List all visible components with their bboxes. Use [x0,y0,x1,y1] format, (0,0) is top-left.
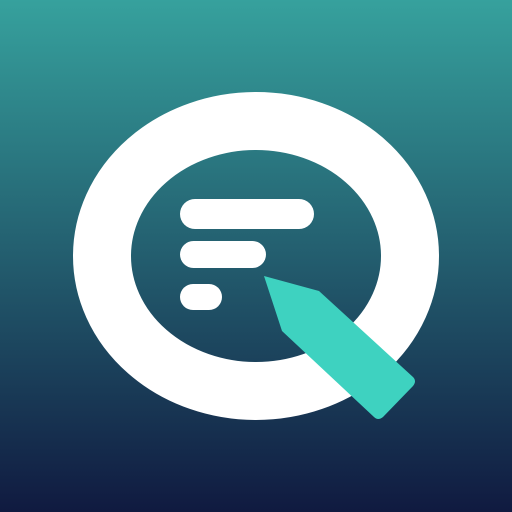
text-line-long-icon [180,199,314,229]
app-icon [0,0,512,512]
app-logo-icon [0,0,512,512]
text-line-medium-icon [180,241,266,268]
text-line-short-icon [180,284,222,310]
